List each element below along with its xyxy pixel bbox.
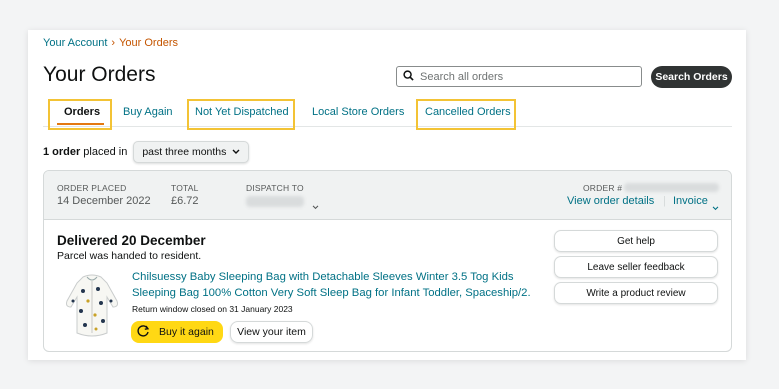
page-title: Your Orders	[43, 63, 156, 86]
highlight-box-cancelled-orders	[416, 99, 516, 130]
search-input[interactable]: Search all orders	[396, 66, 642, 87]
breadcrumb-your-account[interactable]: Your Account	[43, 37, 107, 49]
order-placed-label: ORDER PLACED	[57, 183, 127, 193]
order-total-value: £6.72	[171, 195, 199, 207]
order-placed-value: 14 December 2022	[57, 195, 151, 207]
time-range-dropdown[interactable]: past three months	[133, 141, 250, 163]
highlight-box-not-yet-dispatched	[187, 99, 295, 130]
breadcrumb-separator: ›	[111, 37, 116, 49]
invoice-link[interactable]: Invoice	[673, 195, 708, 207]
dispatch-to-recipient-blurred[interactable]	[246, 196, 304, 207]
buy-again-icon	[136, 324, 150, 341]
return-window-note: Return window closed on 31 January 2023	[132, 304, 293, 314]
order-number-blurred	[624, 183, 719, 192]
order-header: ORDER PLACED 14 December 2022 TOTAL £6.7…	[44, 171, 731, 220]
product-title-link[interactable]: Chilsuessy Baby Sleeping Bag with Detach…	[132, 270, 552, 301]
time-range-value: past three months	[142, 146, 227, 158]
product-image[interactable]	[63, 271, 121, 341]
view-your-item-button[interactable]: View your item	[230, 321, 313, 343]
chevron-down-icon	[712, 198, 719, 216]
search-orders-button[interactable]: Search Orders	[651, 66, 732, 88]
leave-seller-feedback-button[interactable]: Leave seller feedback	[554, 256, 718, 278]
link-separator: |	[663, 195, 666, 207]
get-help-button[interactable]: Get help	[554, 230, 718, 252]
search-icon	[403, 69, 420, 84]
buy-it-again-button[interactable]: Buy it again	[131, 321, 223, 343]
breadcrumb: Your Account › Your Orders	[43, 37, 178, 49]
chevron-down-icon	[232, 146, 240, 158]
dispatch-to-label: DISPATCH TO	[246, 183, 304, 193]
breadcrumb-your-orders: Your Orders	[119, 37, 178, 49]
tab-local-store-orders[interactable]: Local Store Orders	[312, 106, 404, 118]
chevron-down-icon	[312, 197, 319, 215]
buy-it-again-label: Buy it again	[159, 326, 214, 338]
order-total-label: TOTAL	[171, 183, 199, 193]
order-count-suffix: placed in	[83, 146, 128, 158]
delivery-status: Delivered 20 December	[57, 233, 206, 248]
order-number-label: ORDER #	[583, 183, 623, 193]
view-order-details-link[interactable]: View order details	[567, 195, 654, 207]
highlight-box-orders	[48, 99, 112, 130]
order-filter: 1 order placed in past three months	[43, 141, 250, 163]
search-placeholder: Search all orders	[420, 70, 504, 83]
order-card: ORDER PLACED 14 December 2022 TOTAL £6.7…	[43, 170, 732, 352]
order-count: 1 order	[43, 146, 81, 158]
delivery-note: Parcel was handed to resident.	[57, 250, 202, 262]
tab-buy-again[interactable]: Buy Again	[123, 106, 173, 118]
order-tabs: Orders Buy Again Not Yet Dispatched Loca…	[43, 100, 732, 127]
write-product-review-button[interactable]: Write a product review	[554, 282, 718, 304]
